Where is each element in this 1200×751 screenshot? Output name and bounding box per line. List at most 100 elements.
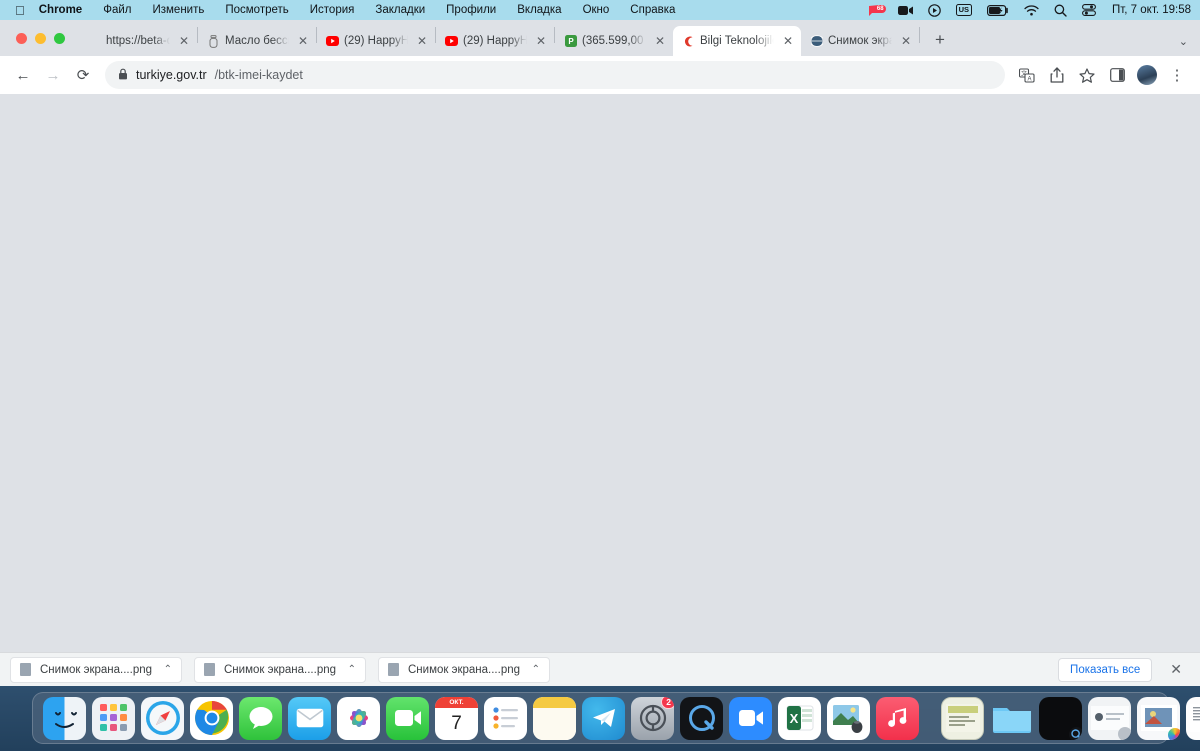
calendar-day-label: 7 [451, 713, 462, 734]
paribu-icon: P [564, 35, 577, 48]
apple-menu-icon[interactable]:  [15, 4, 25, 17]
tab-close-icon[interactable]: ✕ [899, 35, 913, 47]
omnibox-path: /btk-imei-kaydet [214, 68, 303, 82]
new-tab-button[interactable]: + [926, 26, 954, 54]
dock-item-photos[interactable] [337, 696, 380, 740]
dock-item-finder[interactable] [43, 696, 86, 740]
minimized-window-thumb-text[interactable] [1186, 696, 1200, 740]
tab-4[interactable]: P (365.599,00 TL - B ✕ [555, 26, 673, 56]
tab-5-active[interactable]: Bilgi Teknolojileri ve ✕ [673, 26, 801, 56]
close-window-button[interactable] [16, 32, 27, 44]
download-filename: Снимок экрана....png [224, 663, 337, 676]
input-source-us-icon[interactable]: US [955, 4, 973, 16]
dock-item-messages[interactable] [239, 696, 282, 740]
dock-item-music[interactable] [876, 696, 919, 740]
youtube-icon [326, 35, 339, 48]
tab-3[interactable]: (29) HappyHeal ✕ [436, 26, 554, 56]
notification-badge-icon[interactable]: 68 [868, 4, 886, 17]
tab-close-icon[interactable]: ✕ [653, 35, 667, 47]
file-image-icon [20, 663, 31, 676]
dock-item-mail[interactable] [288, 696, 331, 740]
dock-item-facetime[interactable] [386, 696, 429, 740]
tab-close-icon[interactable]: ✕ [177, 35, 191, 47]
download-menu-chevron-icon[interactable]: ⌃ [164, 664, 172, 675]
dock-item-chrome[interactable] [190, 696, 233, 740]
menu-item-file[interactable]: Файл [103, 4, 131, 16]
download-item-2[interactable]: Снимок экрана....png ⌃ [378, 656, 550, 683]
share-icon[interactable] [1043, 61, 1071, 89]
battery-charging-icon[interactable] [987, 4, 1009, 16]
dock-item-reminders[interactable] [484, 696, 527, 740]
dock-item-zoom[interactable] [729, 696, 772, 740]
menubar-clock[interactable]: Пт, 7 окт. 19:58 [1112, 4, 1191, 16]
turkiye-icon [682, 35, 695, 48]
side-panel-icon[interactable] [1103, 61, 1131, 89]
close-download-shelf-icon[interactable]: ✕ [1162, 661, 1190, 678]
three-dot-menu-icon[interactable]: ⋮ [1163, 61, 1191, 89]
play-circle-icon[interactable] [927, 3, 941, 17]
tab-title: https://beta-doterra [106, 35, 172, 47]
blank-favicon-icon [88, 35, 101, 48]
minimized-window-thumb-photo[interactable] [1137, 696, 1180, 740]
tab-close-icon[interactable]: ✕ [534, 35, 548, 47]
minimized-window-thumb-dark[interactable] [1039, 696, 1082, 740]
dock-item-quicktime[interactable] [680, 696, 723, 740]
menu-item-view[interactable]: Посмотреть [225, 4, 288, 16]
show-all-downloads-button[interactable]: Показать все [1058, 657, 1153, 682]
reload-button[interactable]: ⟳ [69, 61, 97, 89]
address-bar[interactable]: turkiye.gov.tr/btk-imei-kaydet [105, 61, 1005, 89]
svg-text:A: A [1027, 76, 1031, 82]
dock-item-safari[interactable] [141, 696, 184, 740]
dock-item-launchpad[interactable] [92, 696, 135, 740]
wifi-icon[interactable] [1024, 4, 1039, 16]
download-shelf: Снимок экрана....png ⌃ Снимок экрана....… [0, 652, 1200, 686]
search-icon[interactable] [1054, 4, 1067, 17]
bookmark-star-icon[interactable] [1073, 61, 1101, 89]
download-item-0[interactable]: Снимок экрана....png ⌃ [10, 656, 182, 683]
tab-search-chevron-down-icon[interactable]: ⌄ [1179, 35, 1188, 48]
download-filename: Снимок экрана....png [408, 663, 521, 676]
minimized-folder-downloads[interactable] [990, 697, 1033, 740]
tab-close-icon[interactable]: ✕ [415, 35, 429, 47]
tab-2[interactable]: (29) HappyHealthyl ✕ [317, 26, 435, 56]
menu-item-chrome[interactable]: Chrome [39, 4, 82, 16]
menu-item-history[interactable]: История [310, 4, 355, 16]
menu-item-window[interactable]: Окно [583, 4, 610, 16]
tab-close-icon[interactable]: ✕ [296, 35, 310, 47]
menu-item-edit[interactable]: Изменить [152, 4, 204, 16]
menu-item-profiles[interactable]: Профили [446, 4, 496, 16]
minimized-window-thumb-1[interactable] [941, 696, 984, 740]
tab-title: (365.599,00 TL - B [582, 35, 648, 47]
menu-item-tab[interactable]: Вкладка [517, 4, 561, 16]
dock-item-preview[interactable] [827, 696, 870, 740]
menu-item-bookmarks[interactable]: Закладки [375, 4, 425, 16]
forward-button[interactable]: → [39, 61, 67, 89]
profile-avatar[interactable] [1137, 65, 1157, 85]
download-menu-chevron-icon[interactable]: ⌃ [532, 664, 540, 675]
macos-menubar:  Chrome Файл Изменить Посмотреть Истори… [0, 0, 1200, 20]
tab-separator [919, 26, 920, 43]
download-menu-chevron-icon[interactable]: ⌃ [348, 664, 356, 675]
translate-icon[interactable]: 文A [1013, 61, 1041, 89]
dock-item-system-preferences[interactable]: 2 [631, 696, 674, 740]
dock-item-telegram[interactable] [582, 696, 625, 740]
tab-title: (29) HappyHeal [463, 35, 529, 47]
tab-close-icon[interactable]: ✕ [781, 35, 795, 47]
tab-0[interactable]: https://beta-doterra ✕ [79, 26, 197, 56]
dock-item-notes[interactable] [533, 696, 576, 740]
video-camera-icon[interactable] [897, 5, 913, 16]
calendar-month-label: ОКТ. [435, 696, 478, 708]
control-center-icon[interactable] [1082, 4, 1096, 16]
dock-item-excel[interactable]: X [778, 696, 821, 740]
minimized-window-thumb-doc[interactable] [1088, 696, 1131, 740]
minimize-window-button[interactable] [35, 32, 46, 44]
download-item-1[interactable]: Снимок экрана....png ⌃ [194, 656, 366, 683]
maximize-window-button[interactable] [54, 32, 65, 44]
menu-item-help[interactable]: Справка [630, 4, 675, 16]
tab-6[interactable]: Снимок экрана 20 ✕ [801, 26, 919, 56]
settings-overlay-icon [1118, 726, 1131, 740]
dock-item-calendar[interactable]: ОКТ. 7 [435, 696, 478, 740]
youtube-icon [445, 35, 458, 48]
back-button[interactable]: ← [9, 61, 37, 89]
tab-1[interactable]: Масло бессмертни ✕ [198, 26, 316, 56]
